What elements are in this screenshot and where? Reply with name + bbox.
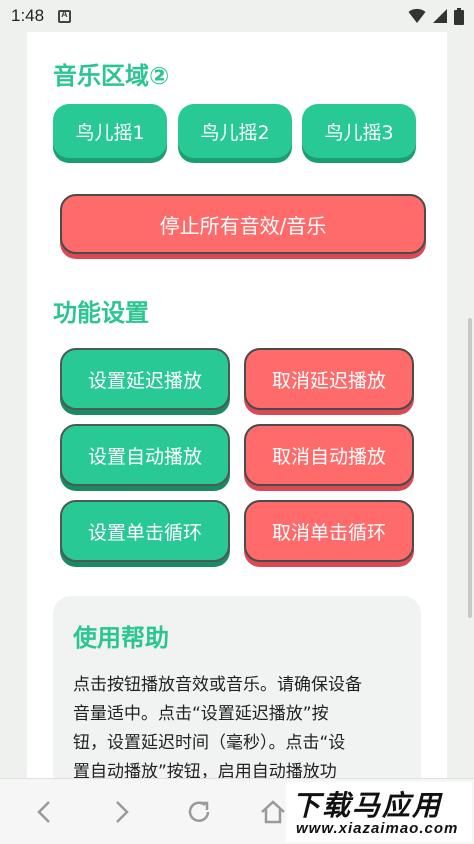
set-loop-button[interactable]: 设置单击循环	[60, 500, 230, 562]
help-line: 钮，设置延迟时间（毫秒）。点击“设	[73, 733, 346, 753]
signal-icon	[433, 9, 447, 23]
scrollbar[interactable]	[468, 318, 472, 618]
help-text: 点击按钮播放音效或音乐。请确保设备 音量适中。点击“设置延迟播放”按 钮，设置延…	[73, 671, 401, 778]
watermark-title: 下载马应用	[292, 789, 443, 822]
battery-icon	[454, 7, 464, 25]
play-bird-1-button[interactable]: 鸟儿摇1	[53, 104, 167, 158]
page-content: 音乐区域② 鸟儿摇1 鸟儿摇2 鸟儿摇3 停止所有音效/音乐 功能设置 设置延迟…	[27, 32, 447, 778]
cancel-loop-button[interactable]: 取消单击循环	[244, 500, 414, 562]
reload-icon[interactable]	[184, 797, 214, 827]
help-line: 点击按钮播放音效或音乐。请确保设备	[73, 675, 362, 695]
cancel-delay-button[interactable]: 取消延迟播放	[244, 348, 414, 410]
play-bird-2-button[interactable]: 鸟儿摇2	[178, 104, 292, 158]
function-section-title: 功能设置	[53, 299, 149, 327]
help-line: 音量适中。点击“设置延迟播放”按	[73, 704, 329, 724]
stop-all-button[interactable]: 停止所有音效/音乐	[60, 194, 426, 254]
help-panel: 使用帮助 点击按钮播放音效或音乐。请确保设备 音量适中。点击“设置延迟播放”按 …	[53, 596, 421, 778]
cancel-auto-button[interactable]: 取消自动播放	[244, 424, 414, 486]
status-bar: 1:48	[0, 0, 474, 32]
help-line: 置自动播放”按钮，启用自动播放功	[73, 762, 337, 778]
home-icon[interactable]	[258, 797, 288, 827]
forward-icon[interactable]	[106, 797, 136, 827]
watermark: 下载马应用 www.xiazaimao.com	[286, 782, 472, 842]
status-icons	[408, 7, 464, 25]
watermark-url: www.xiazaimao.com	[296, 820, 459, 837]
music-section-title: 音乐区域②	[53, 62, 170, 90]
notification-icon	[58, 9, 72, 23]
back-icon[interactable]	[30, 797, 60, 827]
set-auto-button[interactable]: 设置自动播放	[60, 424, 230, 486]
set-delay-button[interactable]: 设置延迟播放	[60, 348, 230, 410]
play-bird-3-button[interactable]: 鸟儿摇3	[302, 104, 416, 158]
status-time: 1:48	[11, 6, 45, 25]
help-title: 使用帮助	[73, 624, 169, 652]
wifi-icon	[408, 8, 426, 23]
